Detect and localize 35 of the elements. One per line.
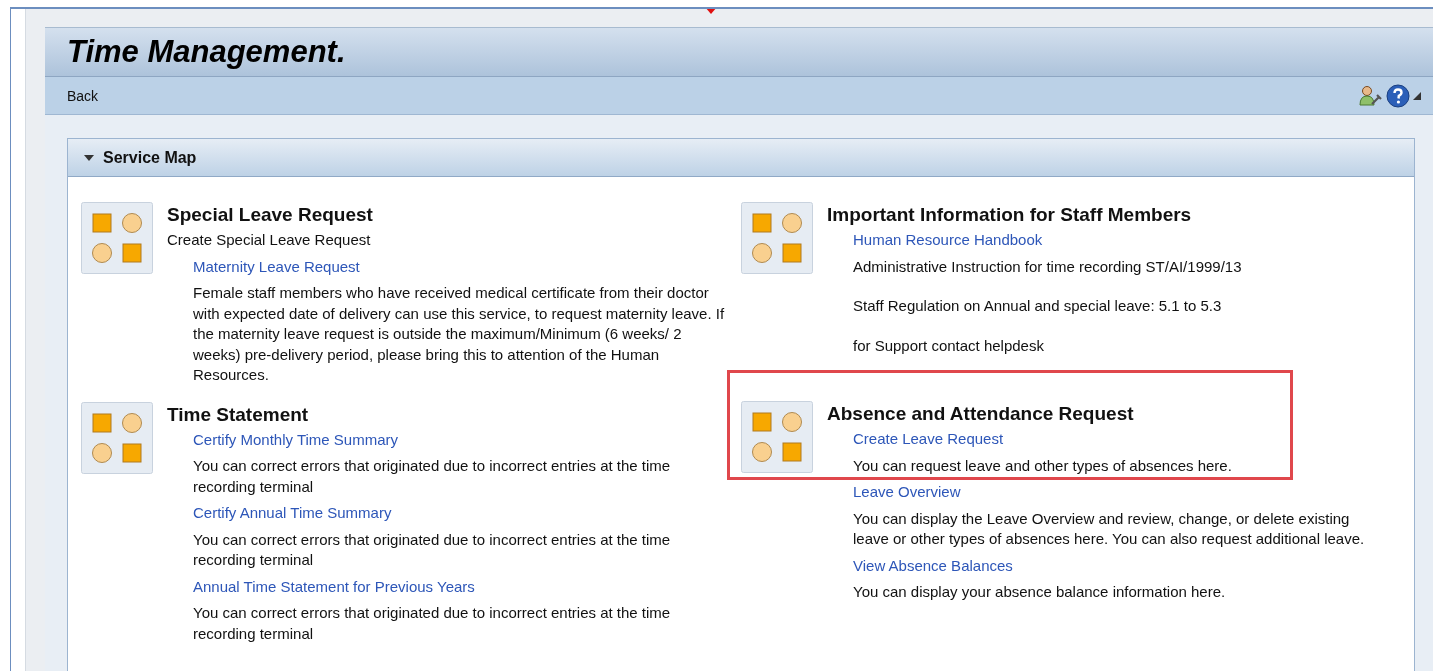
user-settings-icon[interactable]	[1359, 84, 1383, 107]
service-link[interactable]: Human Resource Handbook	[853, 230, 1043, 251]
caret-icon[interactable]	[1413, 91, 1421, 100]
back-link[interactable]: Back	[67, 87, 99, 104]
info-text: Staff Regulation on Annual and special leave: 5.1 to 5.3	[853, 296, 1223, 316]
service-link[interactable]: Certify Annual Time Summary	[193, 503, 392, 524]
service-group-title: Important Information for Staff Members	[827, 204, 1193, 226]
service-caption: Create Special Leave Request	[167, 230, 372, 250]
service-group-icon	[741, 401, 813, 473]
service-link[interactable]: Create Leave Request	[853, 429, 1004, 450]
service-group-title: Time Statement	[167, 403, 310, 426]
service-description: You can display your absence balance information here.	[853, 582, 1227, 602]
service-group-title: Special Leave Request	[167, 204, 374, 226]
panel-header[interactable]: Service Map	[68, 139, 1414, 177]
service-group-icon	[741, 202, 813, 274]
info-text: Administrative Instruction for time recording ST/AI/1999/13	[853, 256, 1242, 277]
panel-title: Service Map	[103, 148, 197, 167]
service-link[interactable]: Leave Overview	[853, 482, 961, 503]
service-group-title: Absence and Attendance Request	[827, 403, 1135, 425]
service-group-icon	[81, 401, 153, 474]
service-group-icon	[81, 202, 153, 274]
service-description: You can correct errors that originated due to incorrect entries at the time recording terminal	[193, 456, 672, 497]
collapse-triangle-icon[interactable]	[84, 153, 94, 162]
service-description: You can request leave and other types of absences here.	[853, 455, 1233, 476]
service-link[interactable]: Annual Time Statement for Previous Years	[193, 576, 475, 597]
service-link[interactable]: Maternity Leave Request	[193, 256, 360, 277]
service-description: Female staff members who have received medical certificate from their doctor with expected date of delivery can use this service, to request maternity leave. If the maternity leave request is outside the maximum/Minimum (6 weeks/ 2 weeks) pre-delivery period, please bring this to attention of the Human Resources.	[193, 283, 726, 385]
service-link[interactable]: Certify Monthly Time Summary	[193, 429, 399, 450]
service-description: You can display the Leave Overview and review, change, or delete existing leave or other types of absences here. You can also request additional leave.	[853, 508, 1366, 549]
service-description: You can correct errors that originated due to incorrect entries at the time recording terminal	[193, 603, 672, 644]
page-title: Time Management.	[67, 34, 346, 70]
help-icon[interactable]	[1386, 83, 1410, 108]
service-link[interactable]: View Absence Balances	[853, 555, 1013, 576]
info-text: for Support contact helpdesk	[853, 335, 1045, 356]
service-description: You can correct errors that originated due to incorrect entries at the time recording terminal	[193, 529, 672, 570]
